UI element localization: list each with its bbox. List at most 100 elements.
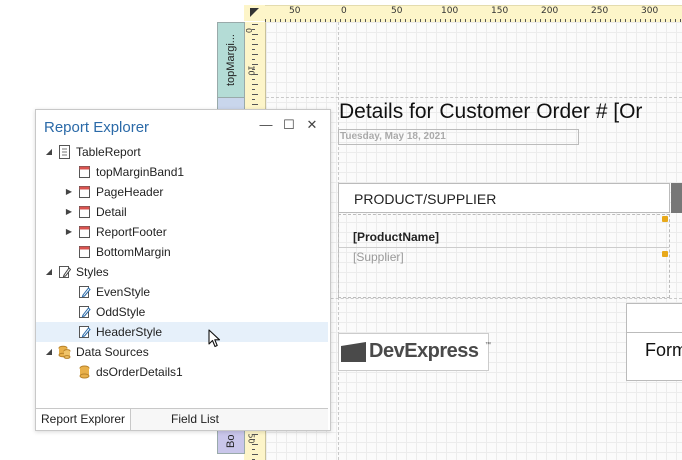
- divider: [627, 332, 682, 333]
- tree-item-bottommargin[interactable]: BottomMargin: [36, 242, 328, 262]
- collapse-arrow-icon[interactable]: ◢: [44, 262, 54, 282]
- smart-tag-handle[interactable]: [662, 251, 668, 257]
- tree-item-tablereport[interactable]: ◢ TableReport: [36, 142, 328, 162]
- ruler-tick: [252, 449, 255, 450]
- band-icon: [78, 225, 90, 238]
- ruler-tick: [252, 64, 258, 65]
- close-icon: ✕: [306, 117, 318, 132]
- band-icon: [78, 185, 90, 198]
- ruler-tick: [252, 59, 255, 60]
- tree-item-dsorderdetails1[interactable]: dsOrderDetails1: [36, 362, 328, 382]
- band-caption-bottom-margin[interactable]: Bo: [217, 428, 245, 454]
- header-scroll-edge: [671, 183, 682, 213]
- ruler-tick: [252, 39, 255, 40]
- tree-item-pageheader[interactable]: ▶ PageHeader: [36, 182, 328, 202]
- ruler-label: 50: [289, 6, 301, 16]
- divider: [339, 247, 669, 248]
- tree-item-topmarginband1[interactable]: topMarginBand1: [36, 162, 328, 182]
- tree-item-label: EvenStyle: [96, 285, 151, 299]
- devexpress-logo[interactable]: DevExpress ™: [338, 333, 491, 371]
- tree-item-label: dsOrderDetails1: [96, 365, 183, 379]
- band-divider: [266, 97, 682, 98]
- tab-report-explorer[interactable]: Report Explorer: [36, 409, 132, 430]
- ruler-tick: [252, 99, 255, 100]
- table-header-cell[interactable]: PRODUCT/SUPPLIER: [338, 183, 670, 213]
- collapse-arrow-icon[interactable]: ◢: [44, 142, 54, 162]
- product-name-field[interactable]: [ProductName]: [353, 230, 439, 244]
- ruler-tick: [252, 74, 258, 75]
- ruler-tick: [252, 84, 258, 85]
- style-icon: [78, 305, 91, 318]
- tree-item-oddstyle[interactable]: OddStyle: [36, 302, 328, 322]
- band-icon: [78, 165, 90, 178]
- collapse-arrow-icon[interactable]: ◢: [44, 342, 54, 362]
- ruler-tick: [252, 54, 258, 55]
- tab-field-list[interactable]: Field List: [166, 409, 224, 430]
- ruler-label: 100: [441, 6, 459, 16]
- ruler-tick: [252, 24, 258, 25]
- tree-item-label: Detail: [96, 205, 127, 219]
- minimize-button[interactable]: —: [258, 117, 274, 133]
- tree-item-headerstyle[interactable]: HeaderStyle: [36, 322, 328, 342]
- ruler-tick: [252, 94, 258, 95]
- style-icon: [78, 285, 91, 298]
- database-icon: [78, 365, 90, 379]
- minimize-icon: —: [259, 117, 273, 132]
- form-label: Form: [645, 340, 682, 360]
- mouse-cursor-icon: [208, 329, 221, 348]
- report-icon: [58, 145, 70, 159]
- report-title-label[interactable]: Details for Customer Order # [Or: [339, 100, 642, 124]
- band-caption-top-margin[interactable]: topMargi...: [217, 22, 245, 99]
- expand-arrow-icon[interactable]: ▶: [64, 202, 74, 222]
- tree-item-label: Data Sources: [76, 345, 149, 359]
- ruler-tick: [252, 44, 258, 45]
- close-button[interactable]: ✕: [304, 117, 320, 133]
- logo-text: DevExpress: [369, 340, 479, 362]
- date-label[interactable]: Tuesday, May 18, 2021: [338, 129, 579, 145]
- ruler-tick: [252, 454, 258, 455]
- ruler-tick: [252, 29, 255, 30]
- panel-title: Report Explorer: [44, 119, 150, 136]
- ruler-corner[interactable]: [244, 5, 266, 21]
- ruler-tick: [252, 34, 258, 35]
- supplier-field[interactable]: [Supplier]: [353, 250, 404, 264]
- ruler-label: 200: [541, 6, 559, 16]
- tree-item-label: PageHeader: [96, 185, 164, 199]
- collapse-arrow-icon: [250, 8, 259, 17]
- ruler-label: 150: [491, 6, 509, 16]
- expand-arrow-icon[interactable]: ▶: [64, 222, 74, 242]
- report-explorer-panel: Report Explorer — ☐ ✕ ◢ TableReport topMar…: [35, 109, 331, 431]
- ruler-tick: [252, 434, 258, 435]
- band-icon: [78, 205, 90, 218]
- ruler-tick: [252, 104, 258, 105]
- tree-item-reportfooter[interactable]: ▶ ReportFooter: [36, 222, 328, 242]
- tree-item-label: OddStyle: [96, 305, 146, 319]
- form-panel[interactable]: Form: [626, 303, 682, 381]
- maximize-button[interactable]: ☐: [281, 117, 297, 133]
- ruler-tick: [252, 89, 255, 90]
- ruler-tick: [252, 444, 258, 445]
- tree-item-evenstyle[interactable]: EvenStyle: [36, 282, 328, 302]
- ruler-label: 250: [591, 6, 609, 16]
- styles-icon: [58, 265, 72, 278]
- maximize-icon: ☐: [283, 117, 295, 132]
- tree-item-label: TableReport: [76, 145, 141, 159]
- tree-item-styles[interactable]: ◢ Styles: [36, 262, 328, 282]
- tree-item-label: ReportFooter: [96, 225, 167, 239]
- ruler-tick: [252, 439, 255, 440]
- ruler-tick: [252, 79, 255, 80]
- band-caption-label: topMargi...: [225, 34, 237, 87]
- ruler-label: 0: [341, 6, 347, 16]
- logo-mark-icon: [341, 342, 366, 362]
- datasources-icon: [58, 345, 71, 359]
- expand-arrow-icon[interactable]: ▶: [64, 182, 74, 202]
- tree-item-detail[interactable]: ▶ Detail: [36, 202, 328, 222]
- tree-item-label: Styles: [76, 265, 109, 279]
- tree-item-data-sources[interactable]: ◢ Data Sources: [36, 342, 328, 362]
- tree-item-label: HeaderStyle: [96, 325, 163, 339]
- logo-trademark: ™: [485, 342, 491, 348]
- horizontal-ruler[interactable]: 50 0 50 100 150 200 250 300: [265, 5, 682, 23]
- ruler-tick: [252, 49, 255, 50]
- band-caption-label: Bo: [225, 434, 237, 448]
- smart-tag-handle[interactable]: [662, 216, 668, 222]
